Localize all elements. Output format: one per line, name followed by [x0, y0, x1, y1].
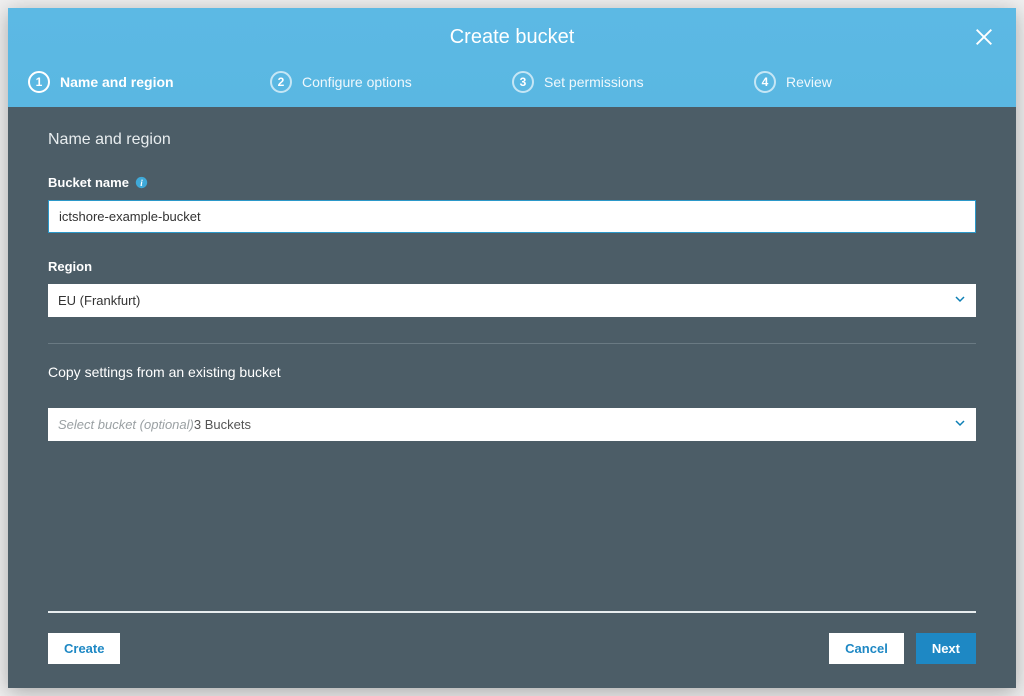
step-number: 4 — [754, 71, 776, 93]
chevron-down-icon — [954, 417, 966, 432]
region-select[interactable]: EU (Frankfurt) — [48, 284, 976, 317]
modal-title: Create bucket — [450, 26, 575, 48]
section-title: Name and region — [48, 131, 976, 149]
chevron-down-icon — [954, 293, 966, 308]
next-button[interactable]: Next — [916, 633, 976, 664]
create-bucket-modal: Create bucket 1 Name and region 2 Config… — [8, 8, 1016, 688]
footer-divider — [48, 611, 976, 613]
modal-footer: Create Cancel Next — [8, 611, 1016, 688]
step-number: 3 — [512, 71, 534, 93]
copy-settings-field: Select bucket (optional) 3 Buckets — [48, 408, 976, 441]
region-field: Region EU (Frankfurt) — [48, 259, 976, 317]
region-label: Region — [48, 259, 92, 274]
stepper: 1 Name and region 2 Configure options 3 … — [8, 63, 1016, 107]
step-review[interactable]: 4 Review — [754, 71, 996, 93]
step-label: Set permissions — [544, 74, 644, 90]
bucket-name-input[interactable] — [48, 200, 976, 233]
cancel-button[interactable]: Cancel — [829, 633, 904, 664]
step-label: Name and region — [60, 74, 174, 90]
copy-settings-count: 3 Buckets — [194, 417, 251, 432]
step-set-permissions[interactable]: 3 Set permissions — [512, 71, 754, 93]
create-button[interactable]: Create — [48, 633, 120, 664]
modal-header: Create bucket 1 Name and region 2 Config… — [8, 8, 1016, 107]
copy-settings-placeholder: Select bucket (optional) — [58, 417, 194, 432]
step-label: Review — [786, 74, 832, 90]
copy-settings-title: Copy settings from an existing bucket — [48, 364, 976, 380]
modal-body: Name and region Bucket name i Region EU … — [8, 107, 1016, 611]
close-icon[interactable] — [972, 26, 996, 50]
divider — [48, 343, 976, 344]
step-number: 2 — [270, 71, 292, 93]
step-configure-options[interactable]: 2 Configure options — [270, 71, 512, 93]
region-value: EU (Frankfurt) — [58, 293, 140, 308]
step-label: Configure options — [302, 74, 412, 90]
step-name-and-region[interactable]: 1 Name and region — [28, 71, 270, 93]
step-number: 1 — [28, 71, 50, 93]
bucket-name-field: Bucket name i — [48, 175, 976, 233]
copy-settings-select[interactable]: Select bucket (optional) 3 Buckets — [48, 408, 976, 441]
info-icon[interactable]: i — [135, 176, 148, 189]
bucket-name-label: Bucket name — [48, 175, 129, 190]
